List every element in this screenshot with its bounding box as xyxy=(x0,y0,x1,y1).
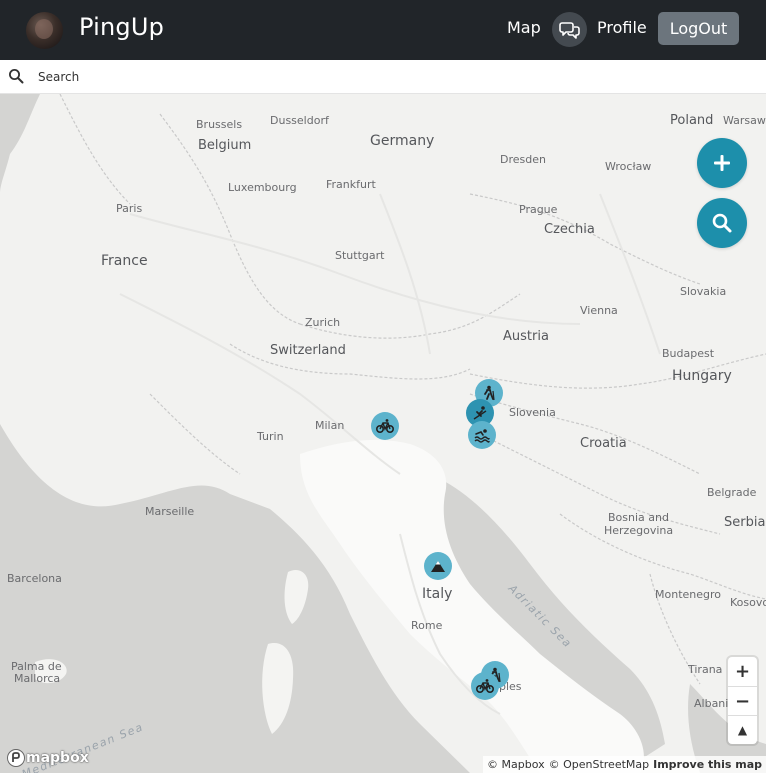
label-city: Dresden xyxy=(500,153,546,166)
label-country: Czechia xyxy=(544,222,595,237)
bicycle-icon xyxy=(476,679,494,693)
map-attribution: © Mapbox © OpenStreetMap Improve this ma… xyxy=(483,756,766,773)
label-city: Barcelona xyxy=(7,572,62,585)
map-search-button[interactable] xyxy=(697,198,747,248)
logout-button[interactable]: LogOut xyxy=(658,12,739,45)
bicycle-icon xyxy=(376,419,394,433)
label-country: Germany xyxy=(370,133,435,149)
compass-icon: ▲ xyxy=(737,723,748,737)
nav-map-link[interactable]: Map xyxy=(507,18,541,37)
label-city: Marseille xyxy=(145,505,195,518)
mapbox-logo-text: mapbox xyxy=(26,750,89,766)
compass-button[interactable]: ▲ xyxy=(728,715,757,744)
search-icon xyxy=(712,213,732,233)
label-city: Frankfurt xyxy=(326,178,376,191)
improve-map-link[interactable]: Improve this map xyxy=(653,758,762,771)
label-city: Vienna xyxy=(580,304,618,317)
label-city: Prague xyxy=(519,203,558,216)
search-icon xyxy=(9,69,24,84)
mapbox-logo[interactable]: mapbox xyxy=(6,748,89,768)
label-city: Paris xyxy=(116,202,143,215)
zoom-control: + − ▲ xyxy=(728,657,757,744)
map-view[interactable]: Poland Warsaw Brussels Dusseldorf Belgiu… xyxy=(0,94,766,773)
label-city: Wrocław xyxy=(605,160,652,173)
label-city: Belgrade xyxy=(707,486,757,499)
activity-marker[interactable] xyxy=(424,552,452,580)
attribution-osm-link[interactable]: © OpenStreetMap xyxy=(549,758,650,771)
add-activity-button[interactable] xyxy=(697,138,747,188)
label-city: Mallorca xyxy=(14,672,61,685)
search-bar xyxy=(0,60,766,94)
label-city: Turin xyxy=(257,430,284,443)
label-city: Budapest xyxy=(662,347,715,360)
label-city: Brussels xyxy=(196,118,243,131)
user-avatar[interactable] xyxy=(26,12,63,49)
label-country: Austria xyxy=(503,329,549,344)
zoom-out-button[interactable]: − xyxy=(728,686,757,715)
label-country: Serbia xyxy=(724,515,766,530)
top-navbar: PingUp Map Profile LogOut xyxy=(0,0,766,60)
label-country: Kosovo xyxy=(730,596,766,609)
label-country: Bosnia and xyxy=(608,511,669,524)
label-country: Hungary xyxy=(672,368,732,384)
mapbox-logo-icon xyxy=(7,749,25,767)
label-city: Zurich xyxy=(305,316,341,329)
label-city: Dusseldorf xyxy=(270,114,329,127)
attribution-mapbox-link[interactable]: © Mapbox xyxy=(487,758,545,771)
brand-title[interactable]: PingUp xyxy=(79,13,164,41)
search-input[interactable] xyxy=(30,65,730,89)
label-city: Luxembourg xyxy=(228,181,297,194)
label-country: Switzerland xyxy=(270,343,346,358)
label-country: Slovakia xyxy=(680,285,727,298)
label-country: France xyxy=(101,253,148,269)
label-city: Rome xyxy=(411,619,443,632)
label-country: Montenegro xyxy=(655,588,722,601)
label-country: Poland xyxy=(670,113,714,128)
label-city: Stuttgart xyxy=(335,249,385,262)
label-country: Herzegovina xyxy=(604,524,674,537)
label-country: Croatia xyxy=(580,436,627,451)
skiing-icon xyxy=(473,406,487,420)
chat-button[interactable] xyxy=(552,12,587,47)
label-country: Italy xyxy=(422,586,453,602)
zoom-in-button[interactable]: + xyxy=(728,657,757,686)
label-city: Warsaw xyxy=(723,114,766,127)
activity-marker[interactable] xyxy=(468,421,496,449)
add-icon xyxy=(714,155,730,171)
activity-marker[interactable] xyxy=(471,672,499,700)
mountain-icon xyxy=(431,561,445,572)
label-country: Slovenia xyxy=(509,406,556,419)
label-city: Tirana xyxy=(688,663,723,676)
activity-marker[interactable] xyxy=(371,412,399,440)
chat-icon xyxy=(558,21,580,39)
label-city: Milan xyxy=(315,419,345,432)
nav-profile-link[interactable]: Profile xyxy=(597,18,647,37)
label-country: Belgium xyxy=(198,138,252,153)
swimming-icon xyxy=(474,429,490,443)
